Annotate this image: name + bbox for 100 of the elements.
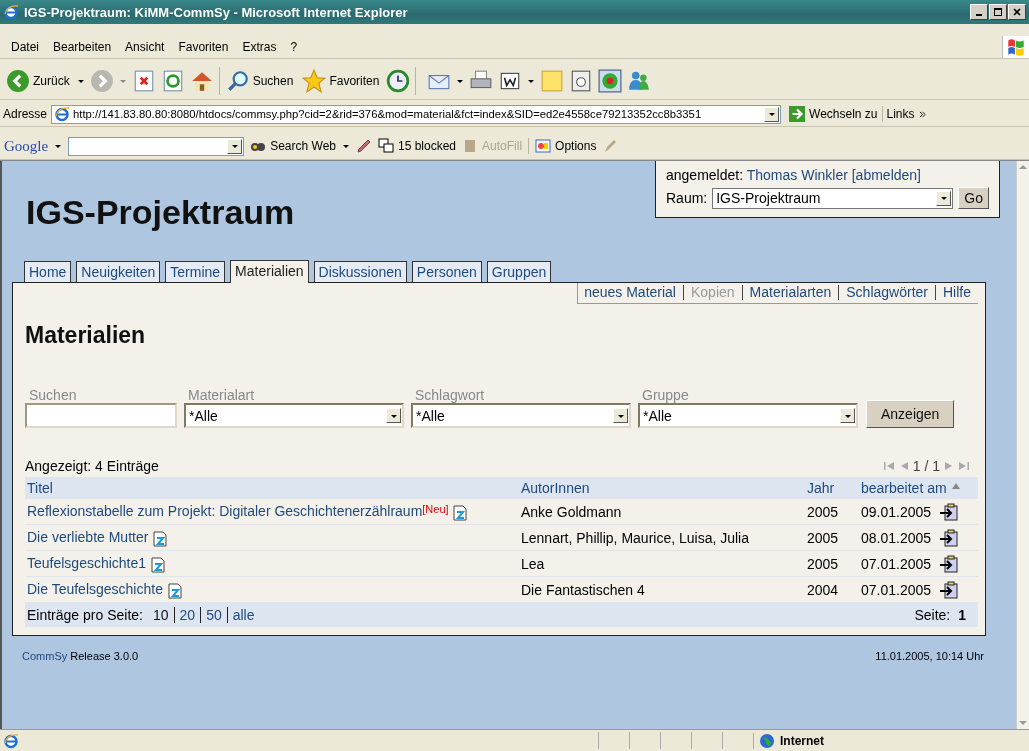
column-header[interactable]: bearbeitet am <box>859 477 978 499</box>
favorites-button[interactable]: Favoriten <box>300 67 382 95</box>
nav-tab[interactable]: Personen <box>411 261 482 282</box>
clipboard-icon[interactable] <box>939 555 960 573</box>
per-page-option[interactable]: alle <box>226 607 255 623</box>
search-web-button[interactable]: Search Web <box>250 138 336 154</box>
chevron-icon[interactable] <box>918 110 926 118</box>
filter-select[interactable]: *Alle <box>638 403 858 428</box>
close-button[interactable] <box>1008 4 1026 20</box>
dropdown-arrow-icon[interactable] <box>230 142 239 150</box>
per-page-option[interactable]: 20 <box>173 607 196 623</box>
column-header[interactable]: Jahr <box>805 477 859 499</box>
author-cell: Lennart, Phillip, Maurice, Luisa, Julia <box>519 524 805 551</box>
flag-logo-icon <box>1002 36 1029 58</box>
document-icon[interactable] <box>149 556 166 573</box>
menu-item[interactable]: Extras <box>235 40 284 54</box>
room-select[interactable]: IGS-Projektraum <box>712 187 954 209</box>
action-link[interactable]: Materialarten <box>741 285 839 300</box>
show-button[interactable]: Anzeigen <box>866 400 955 428</box>
clipboard-icon[interactable] <box>939 529 960 547</box>
room-label: Raum: <box>666 190 708 206</box>
material-title-link[interactable]: Die Teufelsgeschichte <box>27 581 163 598</box>
column-header[interactable]: Titel <box>25 477 519 499</box>
menu-item[interactable]: Bearbeiten <box>46 40 119 54</box>
action-link[interactable]: Schlagwörter <box>838 285 935 300</box>
filter-label: Schlagwort <box>415 387 486 403</box>
brand-link[interactable]: CommSy <box>22 650 68 662</box>
author-cell: Anke Goldmann <box>519 499 805 525</box>
search-field[interactable] <box>25 403 177 428</box>
year-cell: 2005 <box>805 499 859 525</box>
caret-icon[interactable] <box>456 77 465 85</box>
caret-icon[interactable] <box>54 142 63 150</box>
go-button[interactable]: Wechseln zu <box>785 106 883 122</box>
nav-tab[interactable]: Diskussionen <box>313 261 407 282</box>
document-icon[interactable] <box>152 530 169 547</box>
sort-ascending-icon <box>951 482 960 490</box>
arrow-icon[interactable] <box>789 106 806 122</box>
user-link[interactable]: Thomas Winkler <box>746 167 848 183</box>
menu-item[interactable]: Ansicht <box>118 40 172 54</box>
site-title: IGS-Projektraum <box>26 193 295 232</box>
clipboard-icon[interactable] <box>939 503 960 521</box>
per-page-label: Einträge pro Seite: <box>27 607 143 623</box>
filter-select[interactable]: *Alle <box>184 403 404 428</box>
search-button[interactable]: Suchen <box>218 67 296 95</box>
popup-blocker-button[interactable]: 15 blocked <box>378 138 457 154</box>
year-cell: 2005 <box>805 550 859 577</box>
menu-item[interactable]: Datei <box>4 40 46 54</box>
maximize-button[interactable] <box>989 4 1007 20</box>
maximize-icon[interactable] <box>993 7 1003 17</box>
column-header[interactable]: AutorInnen <box>519 477 805 499</box>
people-icon[interactable] <box>627 69 652 93</box>
google-search-field[interactable] <box>68 136 245 156</box>
nav-tab[interactable]: Termine <box>165 261 226 282</box>
action-link[interactable]: Hilfe <box>935 285 978 300</box>
year-cell: 2005 <box>805 524 859 551</box>
clipboard-icon[interactable] <box>939 581 960 599</box>
caret-icon[interactable] <box>76 77 85 85</box>
date-cell: 07.01.2005 <box>861 582 932 598</box>
back-button[interactable]: Zurück <box>4 67 72 95</box>
document-icon[interactable] <box>452 504 469 521</box>
windows-icon[interactable] <box>378 138 394 154</box>
material-title-link[interactable]: Teufelsgeschichte1 <box>27 555 147 572</box>
release-text: Release 3.0.0 <box>70 650 139 662</box>
browser-icon <box>54 106 71 122</box>
logout-link[interactable]: [abmelden] <box>851 167 921 183</box>
nav-tab[interactable]: Materialien <box>230 260 309 283</box>
material-title-link[interactable]: Reflexionstabelle zum Projekt: Digitaler Geschichtenerzählraum <box>27 503 423 520</box>
google-logo-button[interactable]: Google <box>4 137 49 155</box>
per-page-option[interactable]: 50 <box>200 607 222 623</box>
nav-tab[interactable]: Home <box>24 261 72 282</box>
action-link[interactable]: neues Material <box>582 285 683 300</box>
dropdown-arrow-icon[interactable] <box>939 194 948 202</box>
menu-item[interactable]: ? <box>283 40 305 54</box>
clock-icon[interactable] <box>386 69 411 93</box>
per-page-option[interactable]: 10 <box>147 607 169 623</box>
options-icon[interactable] <box>535 138 552 154</box>
links-button[interactable]: Links <box>886 107 915 121</box>
pencil-icon[interactable] <box>356 138 372 154</box>
minimize-button[interactable] <box>970 4 988 20</box>
search-icon[interactable] <box>225 69 250 93</box>
date-cell: 07.01.2005 <box>861 556 932 572</box>
star-icon[interactable] <box>302 69 327 93</box>
filter-label: Suchen <box>29 387 78 403</box>
browser-icon <box>3 4 19 20</box>
filter-label: Materialart <box>188 387 256 403</box>
material-title-link[interactable]: Die verliebte Mutter <box>27 529 149 546</box>
date-cell: 08.01.2005 <box>861 530 932 546</box>
address-field[interactable]: http://141.83.80.80:8080/htdocs/commsy.php?cid=2&rid=376&mod=material&fct=index&SID=ed2e4558ce79213352cc8b3351 <box>51 104 782 124</box>
document-icon[interactable] <box>166 582 183 599</box>
close-icon[interactable] <box>1012 7 1022 17</box>
menu-item[interactable]: Favoriten <box>171 40 236 54</box>
filter-select[interactable]: *Alle <box>411 403 631 428</box>
caret-icon[interactable] <box>527 77 536 85</box>
go-button[interactable]: Go <box>958 187 989 209</box>
nav-tab[interactable]: Neuigkeiten <box>76 261 161 282</box>
date-cell: 09.01.2005 <box>861 504 932 520</box>
nav-tab[interactable]: Gruppen <box>486 261 552 282</box>
options-button[interactable]: Options <box>528 138 597 154</box>
caret-icon[interactable] <box>342 142 350 150</box>
dropdown-arrow-icon[interactable] <box>767 110 776 118</box>
